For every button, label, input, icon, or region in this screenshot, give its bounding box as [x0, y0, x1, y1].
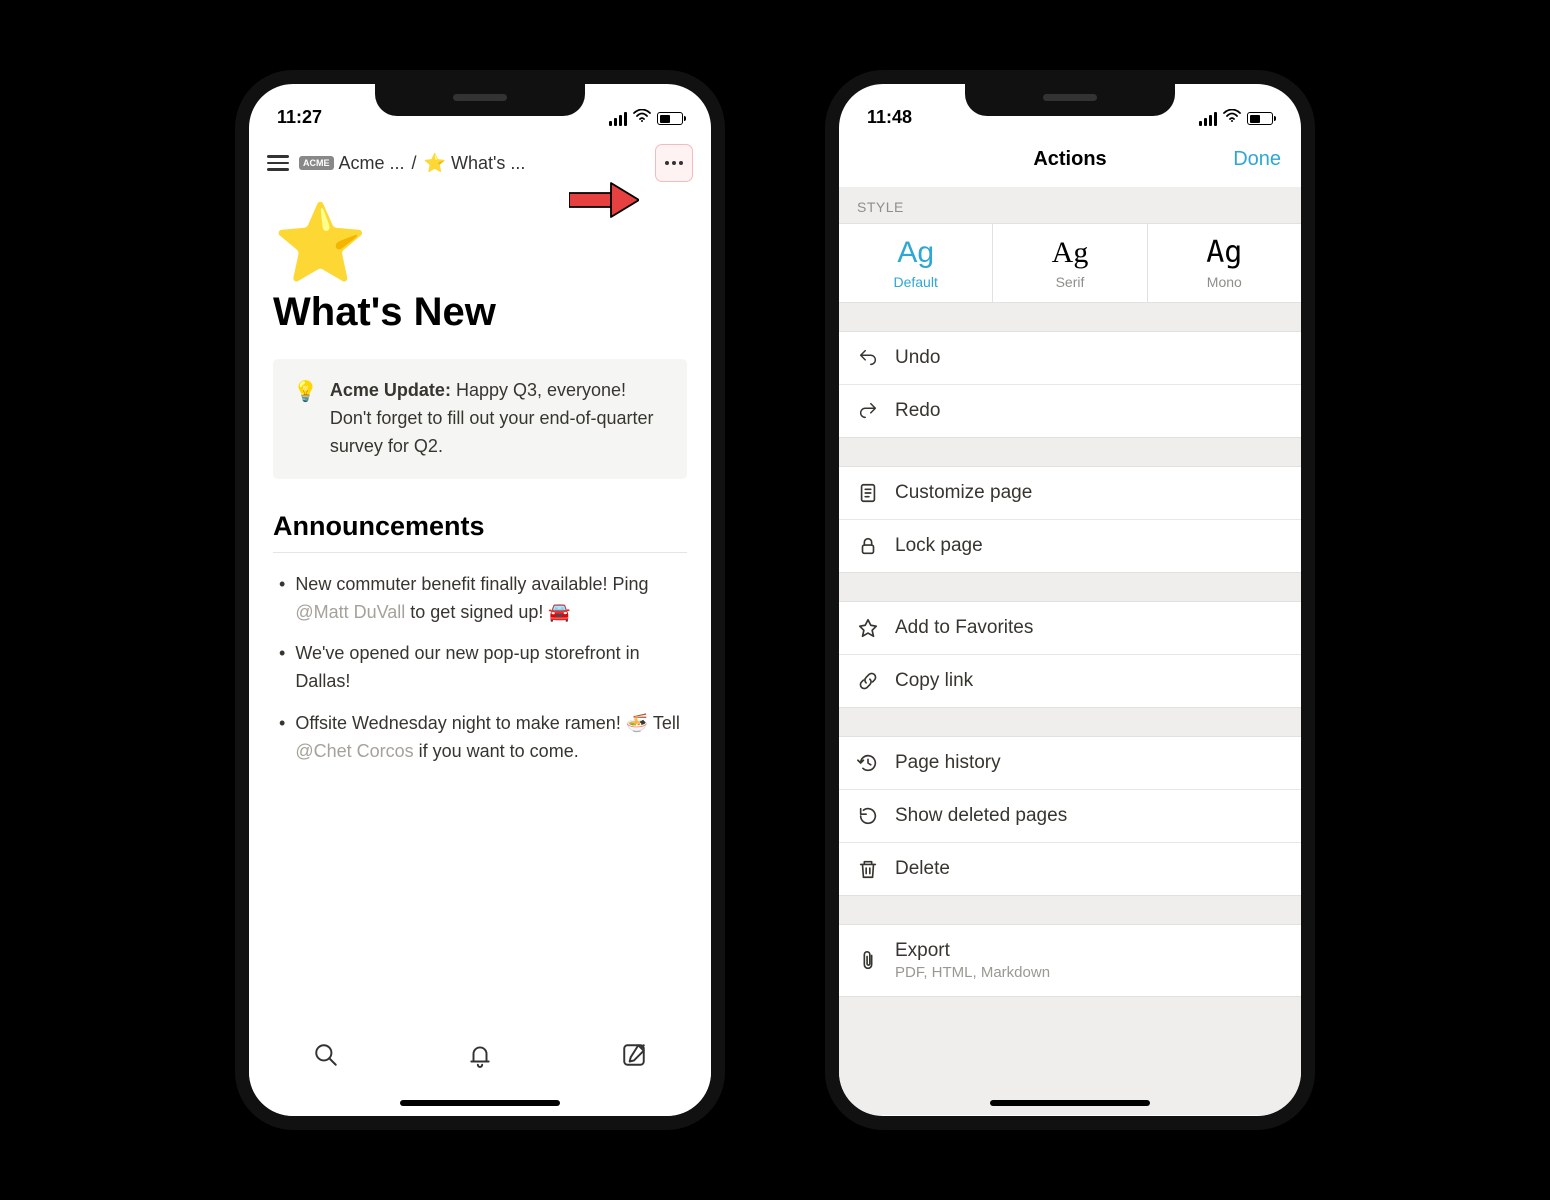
style-label: Mono	[1148, 274, 1301, 290]
style-default[interactable]: Ag Default	[839, 224, 993, 302]
cellular-icon	[1199, 112, 1218, 126]
announcements-heading[interactable]: Announcements	[273, 511, 687, 542]
callout-bold: Acme Update:	[330, 380, 451, 400]
more-actions-button[interactable]	[655, 144, 693, 182]
breadcrumb-current-label: What's ...	[451, 153, 525, 174]
history-row[interactable]: Page history	[839, 737, 1301, 790]
lock-icon	[857, 535, 879, 557]
status-time: 11:48	[867, 107, 912, 128]
style-sample: Ag	[1148, 238, 1301, 268]
cellular-icon	[609, 112, 628, 126]
style-serif[interactable]: Ag Serif	[993, 224, 1147, 302]
history-icon	[857, 752, 879, 774]
breadcrumb-current[interactable]: ⭐ What's ...	[424, 153, 526, 174]
divider	[273, 552, 687, 553]
trash-icon	[857, 858, 879, 880]
undo-label: Undo	[895, 347, 940, 369]
group-export: Export PDF, HTML, Markdown	[839, 924, 1301, 997]
breadcrumb-root-label: Acme ...	[339, 153, 405, 174]
list-item[interactable]: Offsite Wednesday night to make ramen! 🍜…	[273, 710, 687, 766]
phone-page-view: 11:27 ACME Acme ... / ⭐ What's ...	[235, 70, 725, 1130]
style-picker: Ag Default Ag Serif Ag Mono	[839, 223, 1301, 303]
redo-row[interactable]: Redo	[839, 385, 1301, 437]
export-label: Export	[895, 940, 950, 961]
callout-block[interactable]: 💡 Acme Update: Happy Q3, everyone! Don't…	[273, 359, 687, 479]
breadcrumb[interactable]: ACME Acme ... / ⭐ What's ...	[299, 153, 645, 174]
breadcrumb-root[interactable]: ACME Acme ...	[299, 153, 405, 174]
style-sample: Ag	[993, 238, 1146, 268]
mention[interactable]: @Chet Corcos	[295, 741, 413, 761]
attachment-icon	[857, 950, 879, 972]
deleted-pages-row[interactable]: Show deleted pages	[839, 790, 1301, 843]
menu-button[interactable]	[267, 155, 289, 171]
style-label: Serif	[993, 274, 1146, 290]
list-item[interactable]: We've opened our new pop-up storefront i…	[273, 640, 687, 696]
bottom-toolbar	[249, 1026, 711, 1116]
history-label: Page history	[895, 752, 1001, 774]
page-body: ⭐ What's New 💡 Acme Update: Happy Q3, ev…	[249, 194, 711, 792]
style-label: Default	[839, 274, 992, 290]
customize-row[interactable]: Customize page	[839, 467, 1301, 520]
delete-row[interactable]: Delete	[839, 843, 1301, 895]
group-undo-redo: Undo Redo	[839, 331, 1301, 438]
star-icon: ⭐	[424, 153, 446, 174]
breadcrumb-bar: ACME Acme ... / ⭐ What's ...	[249, 132, 711, 194]
notch	[965, 84, 1175, 116]
workspace-icon: ACME	[299, 156, 334, 170]
undo-row[interactable]: Undo	[839, 332, 1301, 385]
copy-link-row[interactable]: Copy link	[839, 655, 1301, 707]
group-history: Page history Show deleted pages Delete	[839, 736, 1301, 896]
customize-icon	[857, 482, 879, 504]
done-button[interactable]: Done	[1233, 148, 1281, 171]
lock-row[interactable]: Lock page	[839, 520, 1301, 572]
copy-link-label: Copy link	[895, 670, 973, 692]
favorite-label: Add to Favorites	[895, 617, 1033, 639]
link-icon	[857, 670, 879, 692]
annotation-arrow	[569, 180, 639, 225]
breadcrumb-separator: /	[412, 153, 417, 174]
wifi-icon	[1223, 109, 1241, 128]
status-icons	[609, 109, 684, 128]
style-section-label: STYLE	[839, 187, 1301, 223]
announcements-list: New commuter benefit finally available! …	[273, 571, 687, 766]
mention[interactable]: @Matt DuVall	[295, 602, 405, 622]
customize-label: Customize page	[895, 482, 1032, 504]
export-row[interactable]: Export PDF, HTML, Markdown	[839, 925, 1301, 996]
redo-icon	[857, 400, 879, 422]
compose-button[interactable]	[621, 1042, 647, 1068]
delete-label: Delete	[895, 858, 950, 880]
redo-label: Redo	[895, 400, 940, 422]
more-icon	[665, 161, 683, 165]
deleted-pages-label: Show deleted pages	[895, 805, 1067, 827]
status-time: 11:27	[277, 107, 322, 128]
callout-text: Acme Update: Happy Q3, everyone! Don't f…	[330, 377, 667, 461]
battery-icon	[1247, 112, 1273, 125]
style-mono[interactable]: Ag Mono	[1148, 224, 1301, 302]
actions-title: Actions	[1033, 148, 1106, 171]
undo-icon	[857, 347, 879, 369]
status-icons	[1199, 109, 1274, 128]
lock-label: Lock page	[895, 535, 983, 557]
lightbulb-icon: 💡	[293, 377, 318, 461]
actions-header: Actions Done	[839, 132, 1301, 187]
export-sublabel: PDF, HTML, Markdown	[895, 964, 1050, 981]
group-page-settings: Customize page Lock page	[839, 466, 1301, 573]
notifications-button[interactable]	[467, 1042, 493, 1068]
notch	[375, 84, 585, 116]
actions-sheet: STYLE Ag Default Ag Serif Ag Mono Undo	[839, 187, 1301, 1115]
home-indicator[interactable]	[400, 1100, 560, 1106]
group-share: Add to Favorites Copy link	[839, 601, 1301, 708]
restore-icon	[857, 805, 879, 827]
list-item[interactable]: New commuter benefit finally available! …	[273, 571, 687, 627]
battery-icon	[657, 112, 683, 125]
home-indicator[interactable]	[990, 1100, 1150, 1106]
wifi-icon	[633, 109, 651, 128]
star-outline-icon	[857, 617, 879, 639]
page-title[interactable]: What's New	[273, 290, 687, 335]
style-sample: Ag	[839, 238, 992, 268]
search-button[interactable]	[313, 1042, 339, 1068]
phone-actions-sheet: 11:48 Actions Done STYLE Ag Default Ag S…	[825, 70, 1315, 1130]
favorite-row[interactable]: Add to Favorites	[839, 602, 1301, 655]
